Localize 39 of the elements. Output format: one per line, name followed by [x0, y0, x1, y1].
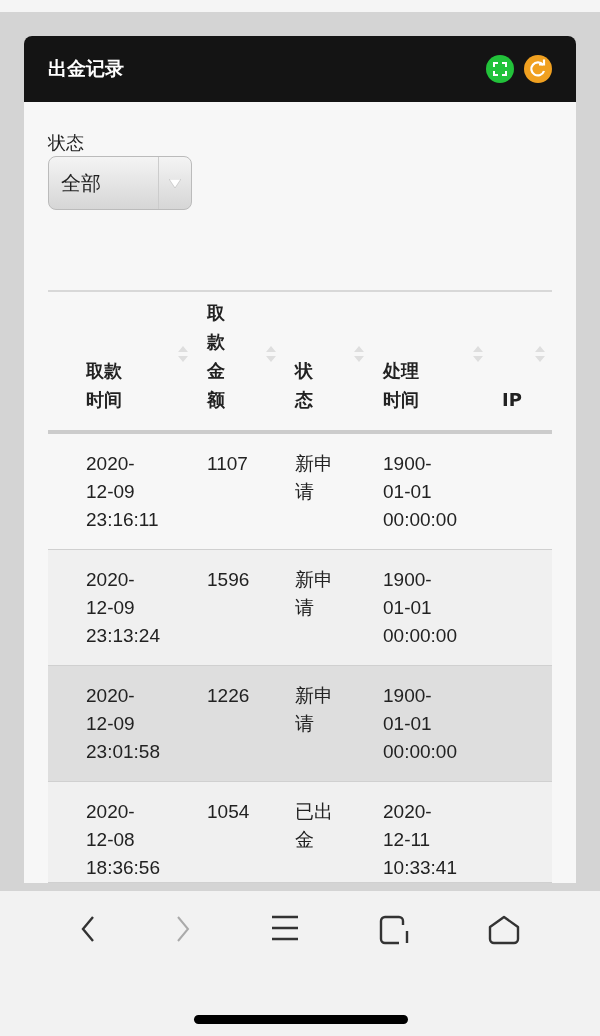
table-cell-text: 2020-12-09 23:01:58 [86, 684, 161, 764]
home-icon[interactable] [488, 915, 521, 945]
table-cell-text: 2020-12-09 23:16:11 [86, 452, 160, 532]
table-cell-text: 2020-12-11 10:33:41 [383, 800, 458, 880]
table-cell-text: 1226 [207, 684, 251, 708]
table-cell-text: 1900-01-01 00:00:00 [383, 452, 458, 532]
table-cell-text: 1900-01-01 00:00:00 [383, 684, 458, 764]
table-cell-text: 1900-01-01 00:00:00 [383, 568, 458, 648]
sort-icon [265, 345, 277, 363]
panel-title: 出金记录 [48, 56, 124, 81]
caret-icon [169, 178, 181, 188]
table-cell-text: 1054 [207, 800, 251, 824]
sort-icon [177, 345, 189, 363]
sort-icon [472, 345, 484, 363]
status-dropdown[interactable]: 全部 [48, 156, 192, 210]
fullscreen-icon[interactable] [486, 55, 514, 83]
back-icon[interactable] [79, 915, 96, 943]
column-header[interactable]: IP [490, 292, 552, 414]
table-cell-text: 新申请 [295, 568, 334, 620]
refresh-icon[interactable] [524, 55, 552, 83]
filter-label: 状态 [48, 131, 85, 155]
table-cell-text: 1107 [207, 452, 249, 476]
table-cell-text: 2020-12-08 18:36:56 [86, 800, 161, 880]
sort-icon [534, 345, 546, 363]
table-row[interactable]: 2020-12-09 23:13:24 1596 新申请 1900-01-01 00:00:00 [48, 550, 552, 666]
menu-icon[interactable] [271, 915, 299, 941]
sort-icon [353, 345, 365, 363]
table-cell-text: 新申请 [295, 452, 334, 504]
table-cell-text: 1596 [207, 568, 251, 592]
table-row[interactable]: 2020-12-09 23:01:58 1226 新申请 1900-01-01 00:00:00 [48, 666, 552, 782]
column-header[interactable]: 取款时间 [48, 292, 195, 414]
tabs-icon[interactable] [378, 915, 409, 945]
column-header[interactable]: 取款金额 [195, 292, 283, 414]
column-header[interactable]: 处理时间 [371, 292, 490, 414]
table-cell-text: 2020-12-09 23:13:24 [86, 568, 161, 648]
table-cell-text: 新申请 [295, 684, 334, 736]
column-header[interactable]: 状态 [283, 292, 371, 414]
table-cell-text: 已出金 [295, 800, 334, 852]
table-row[interactable]: 2020-12-08 18:36:56 1054 已出金 2020-12-11 10:33:41 [48, 782, 552, 883]
